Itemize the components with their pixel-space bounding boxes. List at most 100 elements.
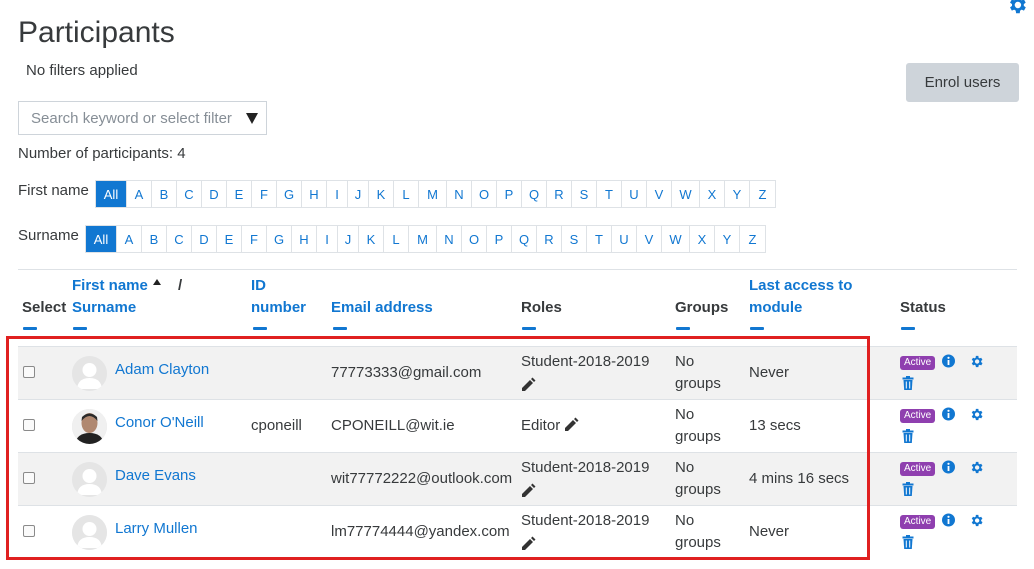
firstname-letter-i[interactable]: I [327, 181, 348, 207]
firstname-letter-j[interactable]: J [348, 181, 369, 207]
trash-icon[interactable] [902, 482, 914, 496]
table-row: Dave Evans wit77772222@outlook.com Student… [18, 452, 1017, 505]
surname-letter-v[interactable]: V [637, 226, 662, 252]
firstname-letter-d[interactable]: D [202, 181, 227, 207]
trash-icon[interactable] [902, 535, 914, 549]
info-icon[interactable] [942, 513, 955, 527]
groups-value-line2: groups [675, 481, 721, 498]
participant-name-link[interactable]: Conor O'Neill [115, 412, 204, 434]
firstname-letter-x[interactable]: X [700, 181, 725, 207]
surname-letter-n[interactable]: N [437, 226, 462, 252]
search-filter[interactable] [18, 101, 267, 135]
gear-icon[interactable] [969, 354, 984, 369]
surname-letter-p[interactable]: P [487, 226, 512, 252]
info-icon[interactable] [942, 354, 955, 368]
status-badge: Active [900, 515, 936, 529]
surname-letter-all[interactable]: All [86, 226, 117, 252]
header-last-access-line1[interactable]: Last access to [749, 275, 852, 297]
firstname-letter-n[interactable]: N [447, 181, 472, 207]
firstname-letter-l[interactable]: L [394, 181, 419, 207]
info-icon[interactable] [942, 460, 955, 474]
surname-letter-w[interactable]: W [662, 226, 690, 252]
header-email[interactable]: Email address [331, 297, 433, 319]
trash-icon[interactable] [902, 376, 914, 390]
surname-letter-s[interactable]: S [562, 226, 587, 252]
pencil-icon[interactable] [521, 483, 536, 498]
participant-name-link[interactable]: Dave Evans [115, 465, 196, 487]
enrol-users-button[interactable]: Enrol users [906, 63, 1019, 102]
gear-icon[interactable] [969, 460, 984, 475]
pencil-icon[interactable] [564, 417, 579, 432]
surname-letter-u[interactable]: U [612, 226, 637, 252]
select-checkbox[interactable] [23, 366, 35, 378]
surname-letter-k[interactable]: K [359, 226, 384, 252]
select-checkbox[interactable] [23, 419, 35, 431]
surname-letter-h[interactable]: H [292, 226, 317, 252]
surname-letter-x[interactable]: X [690, 226, 715, 252]
participant-name-link[interactable]: Larry Mullen [115, 518, 198, 540]
gear-icon[interactable] [969, 407, 984, 422]
surname-letter-o[interactable]: O [462, 226, 487, 252]
surname-letter-c[interactable]: C [167, 226, 192, 252]
firstname-letter-a[interactable]: A [127, 181, 152, 207]
divider [18, 269, 1017, 270]
surname-letter-b[interactable]: B [142, 226, 167, 252]
surname-initials-label: Surname [18, 227, 79, 244]
surname-letter-q[interactable]: Q [512, 226, 537, 252]
surname-letter-l[interactable]: L [384, 226, 409, 252]
firstname-letter-p[interactable]: P [497, 181, 522, 207]
info-icon[interactable] [942, 407, 955, 421]
id-number-value: cponeill [251, 417, 302, 434]
gear-icon[interactable] [1006, 0, 1028, 16]
header-firstname[interactable]: First name [72, 275, 148, 297]
surname-letter-r[interactable]: R [537, 226, 562, 252]
firstname-letter-all[interactable]: All [96, 181, 127, 207]
participant-name-link[interactable]: Adam Clayton [115, 359, 209, 381]
surname-letter-y[interactable]: Y [715, 226, 740, 252]
firstname-letter-y[interactable]: Y [725, 181, 750, 207]
surname-letter-m[interactable]: M [409, 226, 437, 252]
firstname-letter-k[interactable]: K [369, 181, 394, 207]
select-checkbox[interactable] [23, 472, 35, 484]
select-checkbox[interactable] [23, 525, 35, 537]
surname-letter-i[interactable]: I [317, 226, 338, 252]
surname-letter-f[interactable]: F [242, 226, 267, 252]
surname-letter-d[interactable]: D [192, 226, 217, 252]
header-surname[interactable]: Surname [72, 297, 136, 319]
firstname-letter-z[interactable]: Z [750, 181, 775, 207]
surname-letter-e[interactable]: E [217, 226, 242, 252]
surname-letter-a[interactable]: A [117, 226, 142, 252]
trash-icon[interactable] [902, 429, 914, 443]
firstname-letter-u[interactable]: U [622, 181, 647, 207]
caret-down-icon[interactable] [246, 113, 258, 124]
firstname-letter-r[interactable]: R [547, 181, 572, 207]
firstname-letter-h[interactable]: H [302, 181, 327, 207]
search-input[interactable] [19, 102, 241, 134]
email-value: wit77772222@outlook.com [331, 470, 513, 487]
surname-letter-g[interactable]: G [267, 226, 292, 252]
firstname-letter-s[interactable]: S [572, 181, 597, 207]
firstname-letter-f[interactable]: F [252, 181, 277, 207]
firstname-letter-c[interactable]: C [177, 181, 202, 207]
pencil-icon[interactable] [521, 536, 536, 551]
surname-initials-bar: All A B C D E F G H I J K L M N O P Q R S T U V W X Y Z [85, 225, 766, 253]
firstname-letter-b[interactable]: B [152, 181, 177, 207]
firstname-letter-q[interactable]: Q [522, 181, 547, 207]
header-last-access-line2[interactable]: module [749, 297, 802, 319]
avatar [72, 409, 107, 444]
gear-icon[interactable] [969, 513, 984, 528]
header-id-number-line1[interactable]: ID [251, 275, 266, 297]
firstname-letter-w[interactable]: W [672, 181, 700, 207]
firstname-letter-m[interactable]: M [419, 181, 447, 207]
last-access-value: Never [749, 523, 790, 540]
pencil-icon[interactable] [521, 377, 536, 392]
surname-letter-t[interactable]: T [587, 226, 612, 252]
firstname-letter-o[interactable]: O [472, 181, 497, 207]
firstname-letter-g[interactable]: G [277, 181, 302, 207]
firstname-letter-v[interactable]: V [647, 181, 672, 207]
firstname-letter-e[interactable]: E [227, 181, 252, 207]
header-id-number-line2[interactable]: number [251, 297, 306, 319]
surname-letter-j[interactable]: J [338, 226, 359, 252]
surname-letter-z[interactable]: Z [740, 226, 765, 252]
firstname-letter-t[interactable]: T [597, 181, 622, 207]
